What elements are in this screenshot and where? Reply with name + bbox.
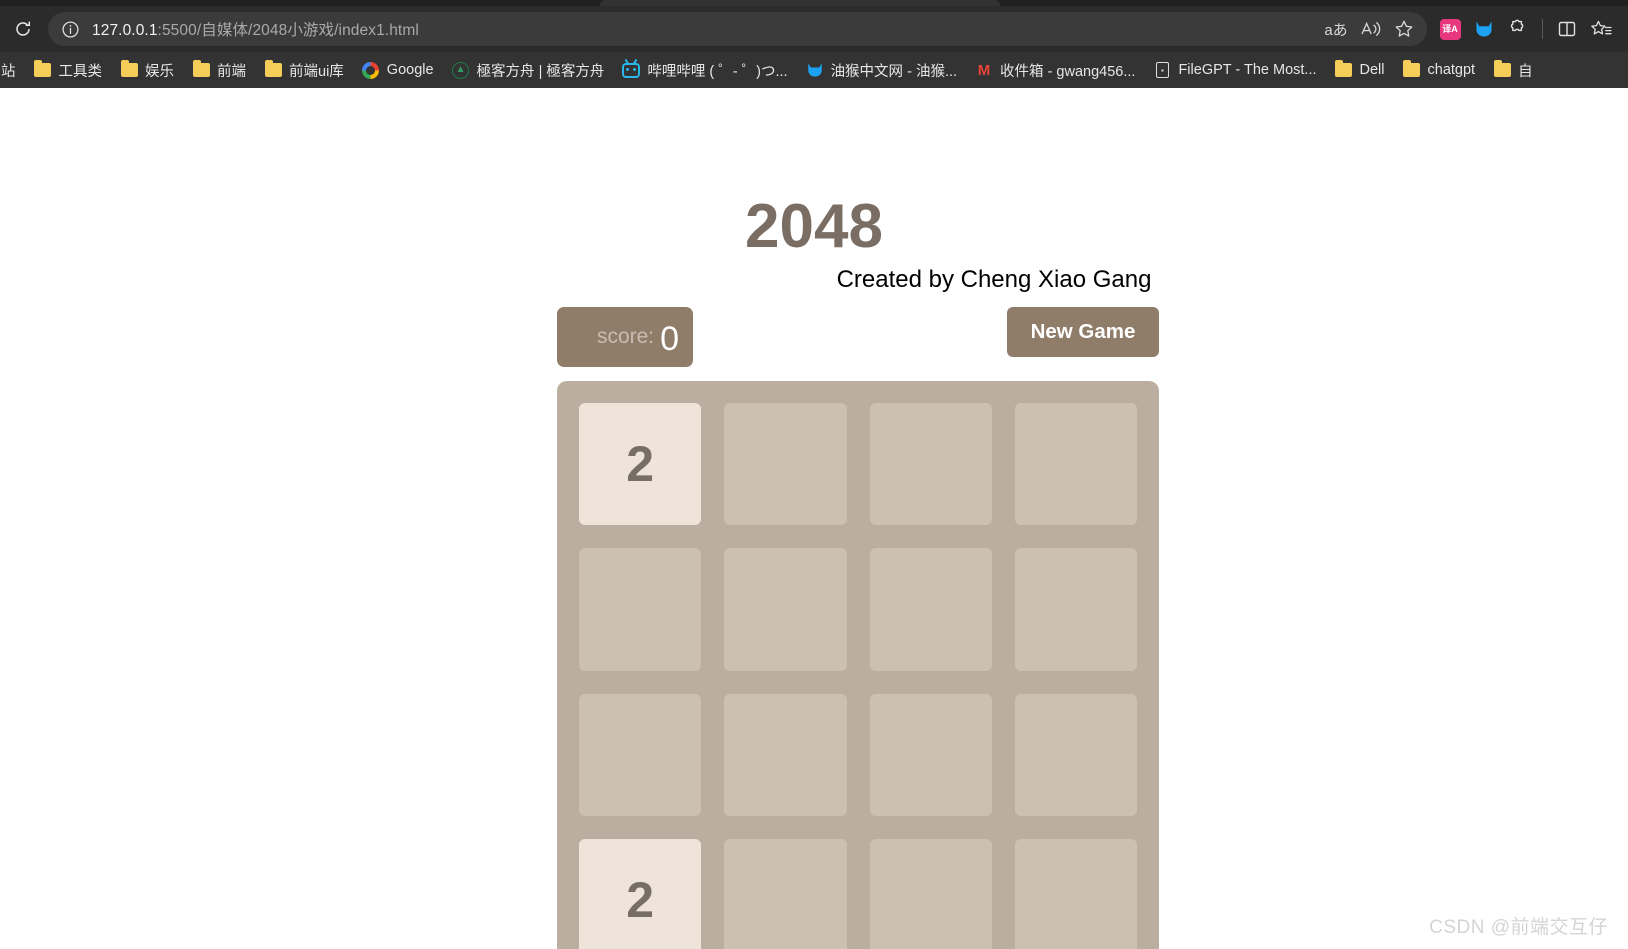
board-cell-empty bbox=[579, 693, 702, 816]
address-bar-path: :5500/自媒体/2048小游戏/index1.html bbox=[157, 22, 419, 39]
bookmark-folder-overflow[interactable]: 自 bbox=[1485, 57, 1541, 83]
google-icon bbox=[362, 61, 380, 79]
board-cell-empty bbox=[724, 838, 847, 949]
bookmark-folder-frontend[interactable]: 前端 bbox=[184, 57, 254, 83]
folder-icon bbox=[120, 60, 138, 79]
board-cell-empty bbox=[1014, 838, 1137, 949]
split-screen-icon[interactable] bbox=[1550, 12, 1584, 46]
bookmark-label: 哔哩哔哩 ( ゜- ゜)つ... bbox=[647, 63, 788, 80]
board-cell-empty bbox=[1014, 548, 1137, 671]
bookmark-tampermonkey[interactable]: 油猴中文网 - 油猴... bbox=[798, 57, 965, 83]
bookmark-google[interactable]: Google bbox=[354, 57, 442, 83]
folder-icon bbox=[34, 60, 52, 79]
bookmark-label: Google bbox=[386, 62, 434, 78]
bookmark-label: 極客方舟 | 極客方舟 bbox=[476, 63, 605, 80]
score-label: score: bbox=[596, 325, 655, 348]
board-cell-empty bbox=[869, 403, 992, 526]
bookmark-label: 站 bbox=[1, 63, 16, 80]
board-cell-empty bbox=[1014, 693, 1137, 816]
toolbar-divider bbox=[1542, 19, 1543, 39]
bookmarks-bar: 站 工具类 娱乐 前端 前端ui库 Google ▲ 極客方舟 | 極客方舟 哔… bbox=[0, 52, 1628, 88]
omnibox-actions: aあ bbox=[1319, 12, 1421, 46]
board-cell-empty bbox=[1014, 403, 1137, 526]
bookmark-label: 前端 bbox=[217, 63, 246, 80]
address-bar-host: 127.0.0.1 bbox=[92, 22, 158, 39]
folder-icon bbox=[192, 60, 210, 79]
bookmark-item[interactable]: 站 bbox=[0, 57, 24, 83]
bookmark-label: 工具类 bbox=[58, 63, 103, 80]
bookmark-bilibili[interactable]: 哔哩哔哩 ( ゜- ゜)つ... bbox=[614, 57, 795, 83]
bookmark-label: 收件箱 - gwang456... bbox=[1000, 63, 1136, 80]
reload-icon[interactable] bbox=[6, 12, 40, 46]
board-cell-empty bbox=[724, 548, 847, 671]
page-content: 2048 Created by Cheng Xiao Gang score: 0… bbox=[0, 88, 1628, 949]
translate-page-icon[interactable]: aあ bbox=[1319, 12, 1353, 46]
filegpt-icon: ▪ bbox=[1153, 61, 1171, 79]
bookmark-label: 娱乐 bbox=[145, 63, 174, 80]
bookmark-gmail[interactable]: M 收件箱 - gwang456... bbox=[967, 57, 1143, 83]
game-board[interactable]: 22 bbox=[557, 381, 1159, 949]
browser-chrome: 127.0.0.1:5500/自媒体/2048小游戏/index1.html a… bbox=[0, 0, 1628, 88]
bookmark-jikefangzhou[interactable]: ▲ 極客方舟 | 極客方舟 bbox=[444, 57, 613, 83]
translate-extension-icon[interactable]: 译A bbox=[1433, 12, 1467, 46]
bookmark-filegpt[interactable]: ▪ FileGPT - The Most... bbox=[1145, 57, 1324, 83]
bookmark-label: 前端ui库 bbox=[289, 63, 344, 80]
read-aloud-icon[interactable] bbox=[1353, 12, 1387, 46]
folder-icon bbox=[1403, 60, 1421, 79]
gmail-icon: M bbox=[977, 61, 991, 79]
new-game-button[interactable]: New Game bbox=[1007, 307, 1159, 357]
bookmark-folder-dell[interactable]: Dell bbox=[1327, 57, 1393, 83]
page-title: 2048 bbox=[745, 192, 883, 261]
tampermonkey-icon bbox=[806, 61, 824, 79]
bookmark-folder-chatgpt[interactable]: chatgpt bbox=[1395, 57, 1484, 83]
tampermonkey-extension-icon[interactable] bbox=[1467, 12, 1501, 46]
extensions-puzzle-icon[interactable] bbox=[1501, 12, 1535, 46]
bookmark-label: chatgpt bbox=[1427, 62, 1476, 78]
tab-strip bbox=[0, 0, 1628, 6]
page-subtitle: Created by Cheng Xiao Gang bbox=[836, 266, 1152, 293]
board-tile: 2 bbox=[579, 838, 702, 949]
score-box: score: 0 bbox=[557, 307, 693, 367]
board-cell-empty bbox=[869, 693, 992, 816]
folder-icon bbox=[1335, 60, 1353, 79]
bookmark-folder-entertainment[interactable]: 娱乐 bbox=[112, 57, 182, 83]
board-cell-empty bbox=[724, 403, 847, 526]
jikefangzhou-icon: ▲ bbox=[452, 61, 470, 79]
board-cell-empty bbox=[869, 838, 992, 949]
address-bar-url[interactable]: 127.0.0.1:5500/自媒体/2048小游戏/index1.html bbox=[84, 18, 1319, 40]
board-tile: 2 bbox=[579, 403, 702, 526]
bookmark-label: 自 bbox=[1518, 63, 1533, 80]
board-cell-empty bbox=[724, 693, 847, 816]
active-tab[interactable] bbox=[600, 0, 1000, 6]
bookmark-folder-frontend-ui[interactable]: 前端ui库 bbox=[256, 57, 352, 83]
folder-icon bbox=[264, 60, 282, 79]
bookmark-label: Dell bbox=[1359, 62, 1385, 78]
watermark: CSDN @前端交互仔 bbox=[1429, 917, 1608, 938]
favorites-list-icon[interactable] bbox=[1584, 12, 1618, 46]
site-info-icon[interactable] bbox=[56, 15, 84, 43]
bookmark-label: FileGPT - The Most... bbox=[1178, 62, 1317, 78]
browser-toolbar: 127.0.0.1:5500/自媒体/2048小游戏/index1.html a… bbox=[0, 6, 1628, 52]
bookmark-folder-tools[interactable]: 工具类 bbox=[26, 57, 111, 83]
score-value: 0 bbox=[660, 320, 680, 358]
bilibili-icon bbox=[622, 61, 641, 79]
board-cell-empty bbox=[869, 548, 992, 671]
add-favorite-star-icon[interactable] bbox=[1387, 12, 1421, 46]
folder-icon bbox=[1493, 60, 1511, 79]
bookmark-label: 油猴中文网 - 油猴... bbox=[830, 63, 958, 80]
address-bar[interactable]: 127.0.0.1:5500/自媒体/2048小游戏/index1.html a… bbox=[48, 12, 1427, 46]
board-cell-empty bbox=[579, 548, 702, 671]
